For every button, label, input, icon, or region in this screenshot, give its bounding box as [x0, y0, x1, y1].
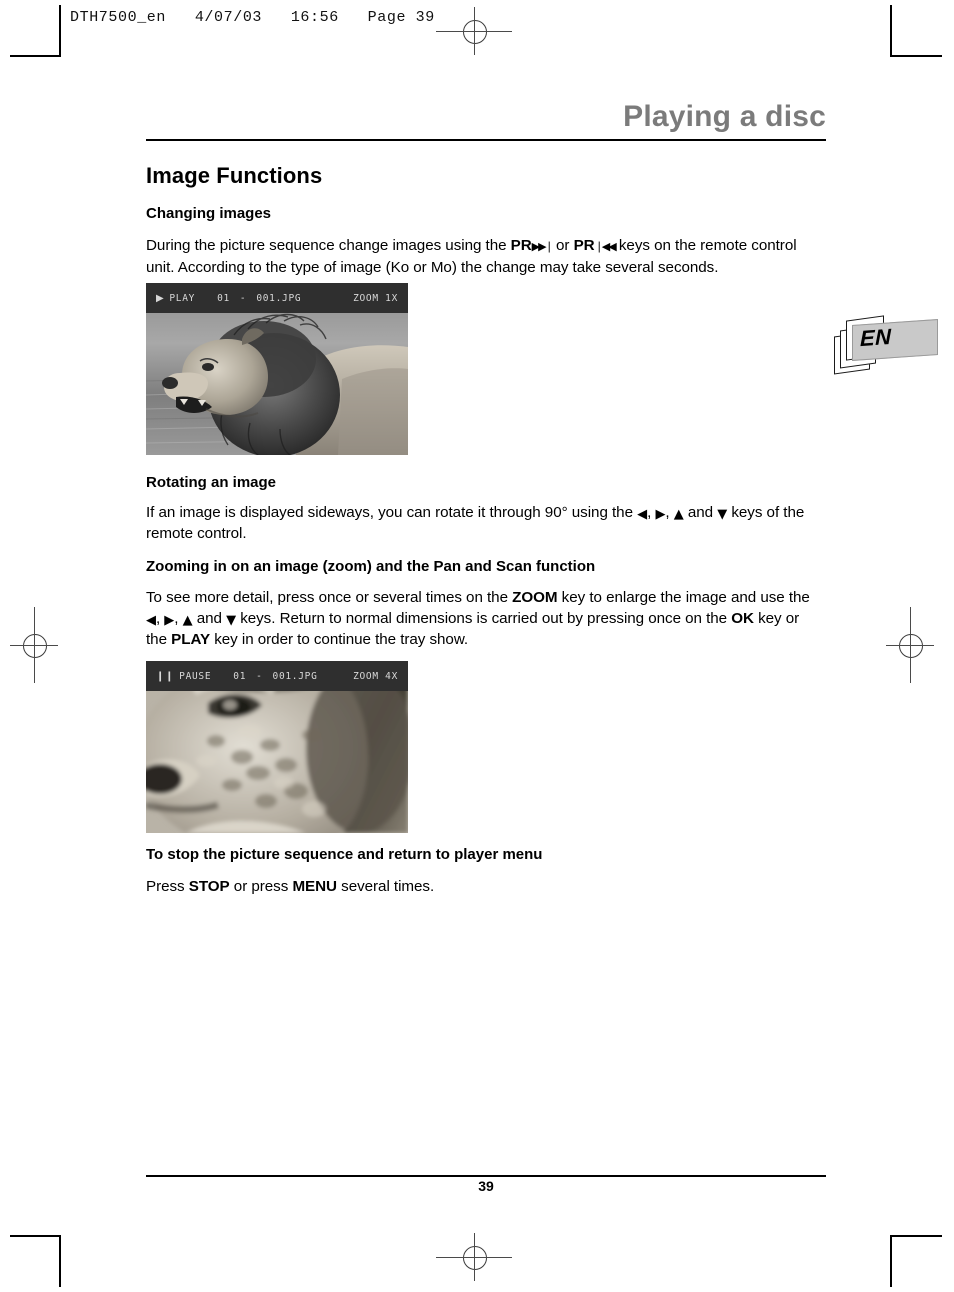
- arrow-right-icon: ▶: [655, 507, 666, 522]
- osd-status-label: PAUSE: [179, 670, 212, 682]
- subheading-changing-images: Changing images: [146, 205, 272, 222]
- text-run: or press: [229, 878, 293, 895]
- crop-mark-top-left: [10, 5, 62, 57]
- crop-mark-bottom-right: [890, 1235, 944, 1287]
- next-track-icon: ▶▶❘: [531, 240, 554, 253]
- crop-mark-bottom-left: [10, 1235, 62, 1287]
- key-zoom: ZOOM: [512, 589, 558, 606]
- text-run: ,: [155, 610, 165, 627]
- paragraph-zooming: To see more detail, press once or severa…: [146, 587, 818, 650]
- language-code-label: EN: [860, 323, 892, 352]
- arrow-left-icon: ◀: [146, 613, 156, 628]
- key-ok: OK: [731, 610, 754, 627]
- header-rule: [146, 139, 826, 141]
- text-run: Press: [146, 878, 189, 895]
- key-stop: STOP: [188, 878, 230, 895]
- text-run: ,: [647, 504, 656, 521]
- key-pr-next: PR: [510, 237, 532, 254]
- osd-separator: -: [239, 292, 247, 304]
- chapter-title: Playing a disc: [623, 100, 826, 133]
- crop-mark-top-right: [890, 5, 944, 57]
- text-run: key to enlarge the image and use the: [557, 589, 810, 606]
- key-play: PLAY: [171, 631, 211, 648]
- footer-rule: [146, 1175, 826, 1177]
- tv-screenshot-pause: ❙❙ PAUSE 01 - 001.JPG ZOOM 4X: [146, 661, 408, 833]
- text-run: and: [192, 610, 227, 627]
- previous-track-icon: ❘◀◀: [594, 240, 617, 253]
- pause-icon: ❙❙: [156, 670, 175, 682]
- osd-track-number: 01: [217, 292, 230, 304]
- osd-status-group: ▶ PLAY: [156, 293, 195, 304]
- paragraph-changing-images: During the picture sequence change image…: [146, 235, 818, 278]
- osd-filename: 001.JPG: [272, 670, 318, 682]
- text-run: key in order to continue the tray show.: [210, 631, 469, 648]
- subheading-rotating-an-image: Rotating an image: [146, 474, 277, 491]
- subheading-to-stop: To stop the picture sequence and return …: [146, 846, 543, 863]
- key-pr-prev: PR: [573, 237, 595, 254]
- text-run: To see more detail, press once or severa…: [146, 589, 513, 606]
- osd-status-group: ❙❙ PAUSE: [156, 671, 211, 682]
- subheading-zooming: Zooming in on an image (zoom) and the Pa…: [146, 558, 596, 575]
- paragraph-to-stop: Press STOP or press MENU several times.: [146, 876, 818, 897]
- osd-bar-play: ▶ PLAY 01 - 001.JPG ZOOM 1X: [146, 283, 408, 313]
- text-run: or: [551, 237, 574, 254]
- osd-bar-pause: ❙❙ PAUSE 01 - 001.JPG ZOOM 4X: [146, 661, 408, 691]
- text-run: During the picture sequence change image…: [146, 237, 511, 254]
- key-menu: MENU: [292, 878, 337, 895]
- arrow-up-icon: ▲: [182, 613, 193, 628]
- page-number: 39: [478, 1178, 494, 1194]
- document-page: DTH7500_en 4/07/03 16:56 Page 39 Playing…: [0, 0, 954, 1292]
- text-run: ,: [665, 504, 674, 521]
- language-tab-en: EN: [830, 310, 940, 375]
- arrow-down-icon: ▼: [717, 507, 728, 522]
- osd-separator: -: [256, 670, 263, 682]
- paragraph-rotating-an-image: If an image is displayed sideways, you c…: [146, 502, 818, 544]
- osd-zoom-level: ZOOM 1X: [353, 292, 398, 304]
- osd-filename: 001.JPG: [256, 292, 302, 304]
- text-run: If an image is displayed sideways, you c…: [146, 504, 638, 521]
- text-run: ,: [174, 610, 183, 627]
- text-run: keys. Return to normal dimensions is car…: [236, 610, 732, 627]
- osd-status-label: PLAY: [169, 292, 196, 304]
- text-run: and: [683, 504, 718, 521]
- arrow-up-icon: ▲: [673, 507, 684, 522]
- osd-zoom-level: ZOOM 4X: [353, 670, 398, 682]
- osd-track-number: 01: [233, 670, 247, 682]
- arrow-right-icon: ▶: [164, 613, 175, 628]
- play-icon: ▶: [156, 292, 165, 304]
- tv-screenshot-play: ▶ PLAY 01 - 001.JPG ZOOM 1X: [146, 283, 408, 455]
- page-title: Image Functions: [146, 163, 323, 188]
- arrow-left-icon: ◀: [637, 507, 648, 522]
- text-run: several times.: [336, 878, 435, 895]
- printer-slug: DTH7500_en 4/07/03 16:56 Page 39: [70, 9, 435, 26]
- arrow-down-icon: ▼: [226, 613, 237, 628]
